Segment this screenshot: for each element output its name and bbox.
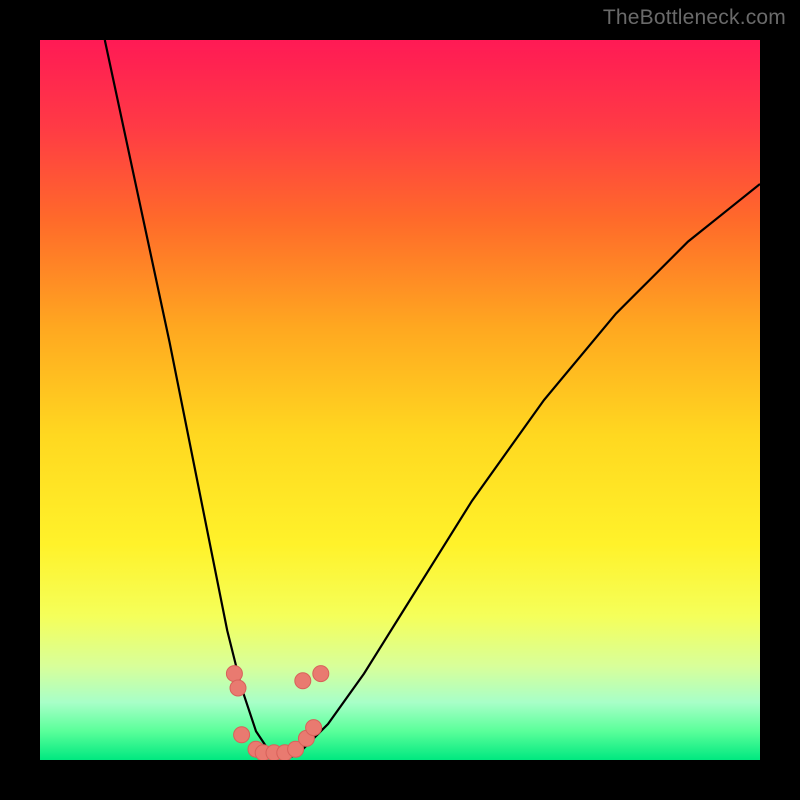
data-marker <box>234 727 250 743</box>
data-marker <box>298 730 314 746</box>
data-marker <box>277 745 293 760</box>
bottleneck-curve <box>40 40 760 760</box>
data-marker <box>266 745 282 760</box>
data-marker <box>230 680 246 696</box>
chart-plot-area <box>40 40 760 760</box>
watermark-text: TheBottleneck.com <box>603 6 786 30</box>
data-marker <box>226 666 242 682</box>
data-marker <box>295 673 311 689</box>
data-marker <box>255 745 271 760</box>
data-marker <box>288 741 304 757</box>
data-marker <box>306 720 322 736</box>
data-marker <box>248 741 264 757</box>
chart-frame: TheBottleneck.com <box>0 0 800 800</box>
data-marker <box>313 666 329 682</box>
